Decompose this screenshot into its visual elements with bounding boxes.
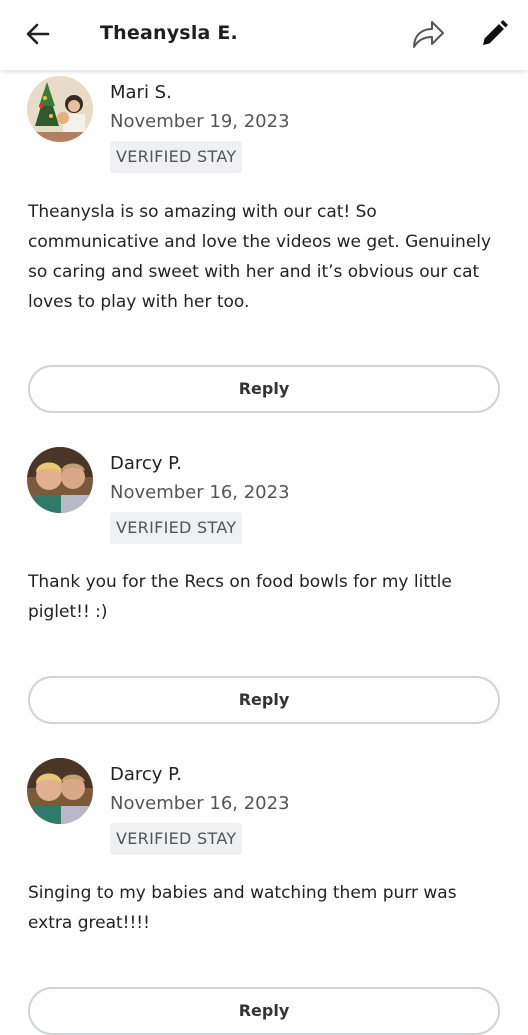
back-arrow-icon [26, 23, 50, 45]
review-date: November 19, 2023 [110, 111, 290, 132]
share-icon [413, 21, 444, 48]
back-button[interactable] [22, 18, 54, 50]
reviewer-name: Mari S. [110, 82, 172, 103]
verified-stay-badge: VERIFIED STAY [110, 141, 243, 173]
verified-stay-badge: VERIFIED STAY [110, 512, 243, 544]
avatar-photo [27, 758, 93, 824]
reviewer-name: Darcy P. [110, 764, 182, 785]
page-title: Theanysla E. [100, 22, 238, 44]
pencil-icon [483, 20, 508, 45]
avatar-photo [27, 447, 93, 513]
reviewer-avatar [27, 76, 93, 142]
review-text: Singing to my babies and watching them p… [28, 883, 457, 933]
reply-button[interactable]: Reply [28, 987, 500, 1035]
top-bar: Theanysla E. [0, 0, 528, 70]
review-text: Thank you for the Recs on food bowls for… [28, 572, 452, 622]
reply-button[interactable]: Reply [28, 676, 500, 724]
review-date: November 16, 2023 [110, 793, 290, 814]
share-button[interactable] [410, 17, 446, 51]
reviewer-name: Darcy P. [110, 453, 182, 474]
review-text: Theanysla is so amazing with our cat! So… [28, 202, 492, 312]
edit-button[interactable] [478, 18, 510, 50]
reply-button[interactable]: Reply [28, 365, 500, 413]
verified-stay-badge: VERIFIED STAY [110, 823, 243, 855]
reviewer-avatar [27, 758, 93, 824]
review-date: November 16, 2023 [110, 482, 290, 503]
reviewer-avatar [27, 447, 93, 513]
avatar-photo [27, 76, 93, 142]
